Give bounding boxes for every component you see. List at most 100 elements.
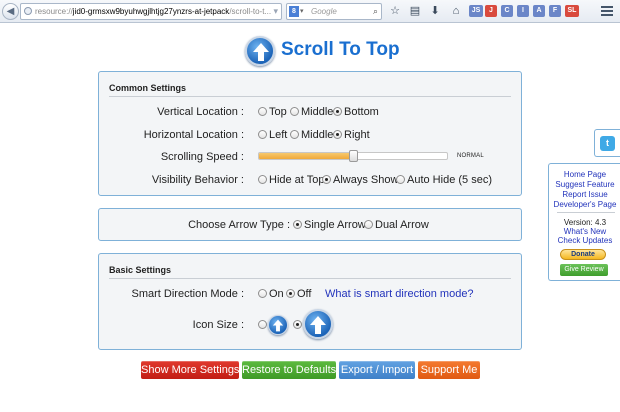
search-placeholder: Google — [311, 7, 337, 16]
dual-arrow-option[interactable]: Dual Arrow — [364, 219, 429, 231]
version-text: Version: 4.3 — [563, 218, 607, 227]
small-arrow-preview-icon — [268, 315, 288, 335]
radio-button[interactable] — [364, 220, 373, 229]
twitter-icon: t — [600, 136, 615, 151]
radio-button[interactable] — [322, 175, 331, 184]
home-page-link[interactable]: Home Page — [549, 170, 620, 179]
globe-icon — [24, 7, 32, 15]
export-import-button[interactable]: Export / Import — [339, 361, 415, 379]
horizontal-right-option[interactable]: Right — [333, 129, 370, 141]
scrolling-speed-slider[interactable] — [258, 150, 448, 162]
menu-icon[interactable] — [600, 4, 614, 18]
smart-direction-on-option[interactable]: On — [258, 288, 284, 300]
radio-button[interactable] — [258, 320, 267, 329]
option-label: Bottom — [344, 106, 379, 118]
url-host: jid0-grmsxw9byuhwgjlhtjg27ynzrs-at-jetpa… — [72, 7, 230, 16]
radio-button[interactable] — [333, 107, 342, 116]
visibility-auto-hide-option[interactable]: Auto Hide (5 sec) — [396, 174, 492, 186]
arrow-type-label: Choose Arrow Type : — [188, 219, 290, 231]
radio-button[interactable] — [290, 107, 299, 116]
large-arrow-preview-icon — [303, 309, 333, 339]
show-more-settings-button[interactable]: Show More Settings — [141, 361, 239, 379]
radio-button[interactable] — [333, 130, 342, 139]
option-label: Left — [269, 129, 288, 141]
vertical-bottom-option[interactable]: Bottom — [333, 106, 379, 118]
option-label: Hide at Top — [269, 174, 325, 186]
search-icon[interactable]: ⌕ — [373, 4, 378, 19]
check-updates-link[interactable]: Check Updates — [549, 236, 620, 245]
radio-button[interactable] — [396, 175, 405, 184]
url-prefix: resource:// — [35, 7, 73, 16]
vertical-middle-option[interactable]: Middle — [290, 106, 333, 118]
radio-button[interactable] — [258, 175, 267, 184]
radio-button[interactable] — [293, 320, 302, 329]
divider — [557, 212, 615, 213]
scrolling-speed-value: NORMAL — [457, 153, 484, 159]
extension-j-icon[interactable]: J — [485, 5, 497, 17]
scrolling-speed-label: Scrolling Speed : — [160, 151, 244, 163]
icon-size-label: Icon Size : — [192, 319, 244, 331]
extension-i-icon[interactable]: I — [517, 5, 529, 17]
option-label: On — [269, 288, 284, 300]
visibility-behavior-label: Visibility Behavior : — [151, 174, 244, 186]
slider-fill — [259, 153, 354, 159]
extension-c-icon[interactable]: C — [501, 5, 513, 17]
home-icon[interactable]: ⌂ — [449, 4, 463, 18]
search-engine-icon[interactable]: 8 — [289, 6, 299, 17]
extension-js-icon[interactable]: JS — [469, 5, 483, 17]
horizontal-left-option[interactable]: Left — [258, 129, 287, 141]
report-issue-link[interactable]: Report Issue — [549, 190, 620, 199]
option-label: Right — [344, 129, 370, 141]
divider — [109, 96, 511, 97]
single-arrow-option[interactable]: Single Arrow — [293, 219, 366, 231]
slider-thumb[interactable] — [349, 150, 358, 162]
extension-a-icon[interactable]: A — [533, 5, 545, 17]
back-button-icon[interactable]: ◀ — [2, 3, 19, 20]
option-label: Off — [297, 288, 312, 300]
developers-page-link[interactable]: Developer's Page — [549, 200, 620, 209]
bookmark-star-icon[interactable]: ☆ — [388, 4, 402, 18]
donate-button[interactable]: Donate — [560, 249, 606, 260]
give-review-button[interactable]: Give Review — [560, 264, 608, 276]
option-label: Dual Arrow — [375, 219, 429, 231]
whats-new-link[interactable]: What's New — [549, 227, 620, 236]
support-me-button[interactable]: Support Me — [418, 361, 480, 379]
panel-title: Basic Settings — [109, 265, 172, 275]
radio-button[interactable] — [286, 289, 295, 298]
vertical-top-option[interactable]: Top — [258, 106, 287, 118]
radio-button[interactable] — [258, 107, 267, 116]
extension-sl-icon[interactable]: SL — [565, 5, 579, 17]
suggest-feature-link[interactable]: Suggest Feature — [549, 180, 620, 189]
option-label: Top — [269, 106, 287, 118]
search-input[interactable]: 8 ▾ Google ⌕ — [286, 3, 382, 20]
visibility-always-show-option[interactable]: Always Show — [322, 174, 398, 186]
vertical-location-label: Vertical Location : — [157, 106, 244, 118]
option-label: Single Arrow — [304, 219, 366, 231]
radio-button[interactable] — [290, 130, 299, 139]
url-path: /scroll-to-t... — [229, 7, 272, 16]
visibility-hide-at-top-option[interactable]: Hide at Top — [258, 174, 324, 186]
radio-button[interactable] — [258, 130, 267, 139]
extension-f-icon[interactable]: F — [549, 5, 561, 17]
url-dropdown-icon[interactable]: ▾ — [273, 4, 278, 19]
url-bar[interactable]: resource://jid0-grmsxw9byuhwgjlhtjg27ynz… — [20, 3, 282, 20]
restore-defaults-button[interactable]: Restore to Defaults — [242, 361, 336, 379]
option-label: Auto Hide (5 sec) — [407, 174, 492, 186]
smart-direction-help-link[interactable]: What is smart direction mode? — [325, 288, 474, 300]
twitter-tab[interactable]: t — [594, 129, 620, 157]
browser-toolbar: ◀ resource://jid0-grmsxw9byuhwgjlhtjg27y… — [0, 0, 620, 23]
option-label: Always Show — [333, 174, 399, 186]
option-label: Middle — [301, 129, 334, 141]
page-title: Scroll To Top — [281, 39, 400, 60]
bookmarks-list-icon[interactable]: ▤ — [408, 4, 422, 18]
divider — [109, 278, 511, 279]
search-engine-dropdown-icon[interactable]: ▾ — [300, 4, 304, 19]
horizontal-location-label: Horizontal Location : — [143, 129, 244, 141]
radio-button[interactable] — [258, 289, 267, 298]
smart-direction-off-option[interactable]: Off — [286, 288, 311, 300]
option-label: Middle — [301, 106, 334, 118]
downloads-icon[interactable]: ⬇ — [428, 4, 442, 18]
panel-title: Common Settings — [109, 83, 187, 93]
horizontal-middle-option[interactable]: Middle — [290, 129, 333, 141]
radio-button[interactable] — [293, 220, 302, 229]
